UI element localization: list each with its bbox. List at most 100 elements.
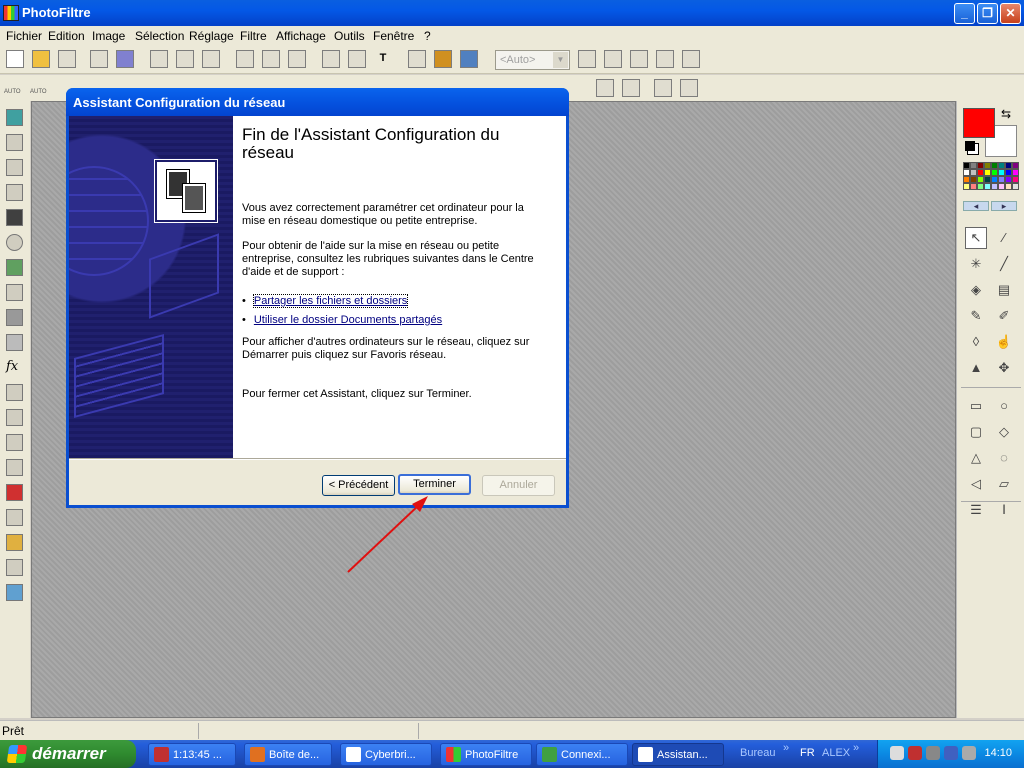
zoom-combo[interactable]: <Auto> ▼ [495,50,570,70]
color-swatch[interactable] [963,176,970,183]
chevron-down-icon[interactable]: ▼ [553,52,568,68]
restore-button[interactable]: ❐ [977,3,998,24]
rotate-left-icon[interactable] [654,79,672,97]
color-swatch[interactable] [1005,169,1012,176]
blur-drop-icon[interactable]: ◊ [965,331,987,353]
desktop-toolbar-label[interactable]: Bureau [740,747,775,759]
explorer-icon[interactable] [408,50,426,68]
dots-icon[interactable] [6,559,23,576]
color-swatch[interactable] [984,169,991,176]
flip-vertical-icon[interactable] [622,79,640,97]
task-assistant[interactable]: Assistan... [632,743,724,766]
task-cyber[interactable]: Cyberbri... [340,743,432,766]
canvas-icon[interactable] [236,50,254,68]
color-swatch[interactable] [1005,183,1012,190]
menu-help[interactable]: ? [424,29,431,43]
frame-icon[interactable] [6,184,23,201]
color-swatch[interactable] [998,183,1005,190]
window-icon[interactable] [460,50,478,68]
rectangle-icon[interactable]: ▭ [965,395,987,417]
transform-icon[interactable] [288,50,306,68]
rounded-rect-icon[interactable]: ▢ [965,421,987,443]
color-swatch[interactable] [1005,176,1012,183]
cancel-button[interactable]: Annuler [482,475,555,496]
scan-icon[interactable] [116,50,134,68]
magic-wand-icon[interactable]: ✳ [965,253,987,275]
brush-icon[interactable]: ✎ [965,305,987,327]
default-colors-icon[interactable] [965,141,975,151]
menu-reglage[interactable]: Réglage [189,29,234,43]
ellipse-icon[interactable]: ○ [993,395,1015,417]
pointer-tool-icon[interactable]: ↖ [965,227,987,249]
image-icon[interactable] [6,584,23,601]
chevron-right-icon[interactable]: » [783,742,789,754]
zoom-out-icon[interactable] [604,50,622,68]
color-swatch[interactable] [984,162,991,169]
menu-image[interactable]: Image [92,29,125,43]
new-file-icon[interactable] [6,50,24,68]
monitor-icon[interactable] [6,159,23,176]
color-swatch[interactable] [998,176,1005,183]
color-swatch[interactable] [963,162,970,169]
menu-affichage[interactable]: Affichage [276,29,326,43]
info-tray-icon[interactable] [962,746,976,760]
user-toolbar-label[interactable]: ALEX [822,747,850,759]
open-selection-icon[interactable]: ▱ [993,473,1015,495]
mosaic-icon[interactable] [6,259,23,276]
color-swatch[interactable] [977,162,984,169]
advanced-brush-icon[interactable]: ✐ [993,305,1015,327]
polygon-icon[interactable]: ◁ [965,473,987,495]
close-button[interactable]: ✕ [1000,3,1021,24]
color-swatch[interactable] [977,183,984,190]
color-swatch[interactable] [970,176,977,183]
volume-tray-icon[interactable] [926,746,940,760]
sphere-icon[interactable] [6,234,23,251]
grid-icon[interactable] [262,50,280,68]
menu-outils[interactable]: Outils [334,29,365,43]
color-swatch[interactable] [970,169,977,176]
app-tray-icon[interactable] [908,746,922,760]
fullscreen-icon[interactable] [682,50,700,68]
color-swatch[interactable] [991,162,998,169]
chevron-right-icon[interactable]: » [853,742,859,754]
redo-icon[interactable] [176,50,194,68]
minimize-button[interactable]: _ [954,3,975,24]
color-swatch[interactable] [977,176,984,183]
menu-fichier[interactable]: Fichier [6,29,42,43]
task-connexion[interactable]: Connexi... [536,743,628,766]
color-swatch[interactable] [1012,176,1019,183]
color-swatch[interactable] [977,169,984,176]
menu-filtre[interactable]: Filtre [240,29,267,43]
flip-horizontal-icon[interactable] [596,79,614,97]
actual-size-icon[interactable] [630,50,648,68]
color-swatch[interactable] [1005,162,1012,169]
task-inbox[interactable]: Boîte de... [244,743,332,766]
color-swatch[interactable] [984,183,991,190]
plugin-icon[interactable] [434,50,452,68]
page-curl-icon[interactable] [6,284,23,301]
color-swatch[interactable] [998,162,1005,169]
undo-icon[interactable] [150,50,168,68]
selection-icon[interactable] [202,50,220,68]
color-swatch[interactable] [991,183,998,190]
menu-edition[interactable]: Edition [48,29,85,43]
line-tool-icon[interactable]: ╱ [993,253,1015,275]
book-icon[interactable] [6,434,23,451]
color-swatch[interactable] [991,169,998,176]
save-2000-icon[interactable] [6,459,23,476]
color-swatch[interactable] [970,162,977,169]
network-tray-icon[interactable] [890,746,904,760]
task-timer[interactable]: 1:13:45 ... [148,743,236,766]
fill-bucket-icon[interactable]: ◈ [965,279,987,301]
folder-2000-icon[interactable] [6,534,23,551]
menu-selection[interactable]: Sélection [135,29,184,43]
color-swatches[interactable] [963,162,1019,190]
zoom-in-icon[interactable] [578,50,596,68]
calculator-icon[interactable] [6,109,23,126]
move-icon[interactable]: ✥ [993,357,1015,379]
fit-window-icon[interactable] [656,50,674,68]
menu-fenetre[interactable]: Fenêtre [373,29,414,43]
palette-next-icon[interactable]: ▸ [991,201,1017,211]
finger-icon[interactable]: ☝ [993,331,1015,353]
color-swatch[interactable] [963,169,970,176]
